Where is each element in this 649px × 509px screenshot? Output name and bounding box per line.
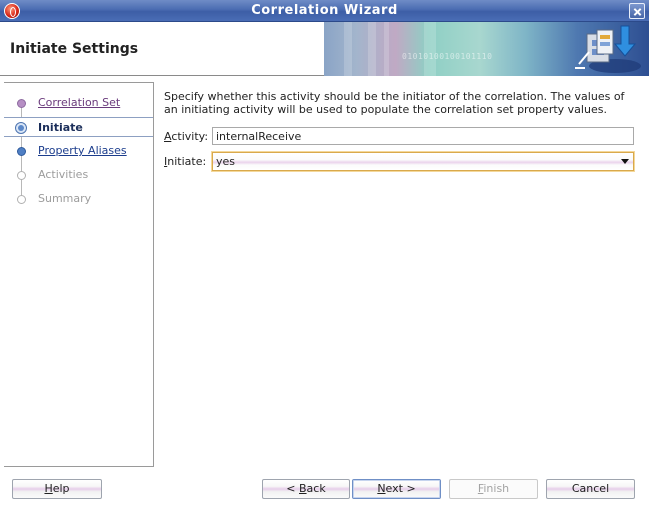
step-correlation-set[interactable]: Correlation Set xyxy=(4,93,153,113)
step-initiate[interactable]: Initiate xyxy=(4,117,153,137)
step-disabled-icon xyxy=(17,195,26,204)
finish-label: inish xyxy=(483,482,510,495)
banner-binary-text: 01010100100101110 xyxy=(402,52,493,61)
step-current-icon xyxy=(15,122,27,134)
finish-button: Finish xyxy=(449,479,538,499)
step-property-aliases[interactable]: Property Aliases xyxy=(4,141,153,161)
activity-field[interactable]: internalReceive xyxy=(212,127,634,145)
step-disabled-icon xyxy=(17,171,26,180)
close-icon[interactable] xyxy=(629,3,645,19)
step-visited-icon xyxy=(17,99,26,108)
chevron-down-icon[interactable] xyxy=(621,159,629,164)
step-label[interactable]: Correlation Set xyxy=(38,96,120,109)
page-title: Initiate Settings xyxy=(10,41,139,57)
next-button[interactable]: Next > xyxy=(352,479,441,499)
initiate-label: Initiate: xyxy=(164,155,206,168)
wizard-steps-panel: Correlation Set Initiate Property Aliase… xyxy=(4,82,154,467)
activity-label-text: ctivity: xyxy=(171,130,209,143)
initiate-select[interactable]: yes xyxy=(212,152,634,171)
correlation-wizard-icon xyxy=(575,25,641,73)
step-activities: Activities xyxy=(4,165,153,185)
initiate-selected-value: yes xyxy=(216,155,236,168)
help-label: elp xyxy=(52,482,70,495)
step-label[interactable]: Property Aliases xyxy=(38,144,127,157)
back-mnemonic: B xyxy=(299,482,307,495)
help-mnemonic: H xyxy=(44,482,53,495)
activity-label: Activity: xyxy=(164,130,208,143)
instructions-text: Specify whether this activity should be … xyxy=(164,90,625,116)
step-summary: Summary xyxy=(4,189,153,209)
step-label: Activities xyxy=(38,168,89,181)
back-label: ack xyxy=(306,482,326,495)
cancel-button[interactable]: Cancel xyxy=(546,479,635,499)
step-label: Initiate xyxy=(38,121,83,134)
help-button[interactable]: Help xyxy=(12,479,102,499)
initiate-label-text: nitiate: xyxy=(167,155,207,168)
back-button[interactable]: < Back xyxy=(262,479,350,499)
wizard-header: Initiate Settings 01010100100101110 xyxy=(0,22,649,76)
next-label: ext > xyxy=(385,482,416,495)
back-prefix: < xyxy=(286,482,299,495)
title-bar: Correlation Wizard xyxy=(0,0,649,22)
header-banner: 01010100100101110 xyxy=(324,22,649,76)
window-title: Correlation Wizard xyxy=(251,3,398,18)
step-available-icon xyxy=(17,147,26,156)
next-mnemonic: N xyxy=(377,482,386,495)
step-label: Summary xyxy=(38,192,92,205)
